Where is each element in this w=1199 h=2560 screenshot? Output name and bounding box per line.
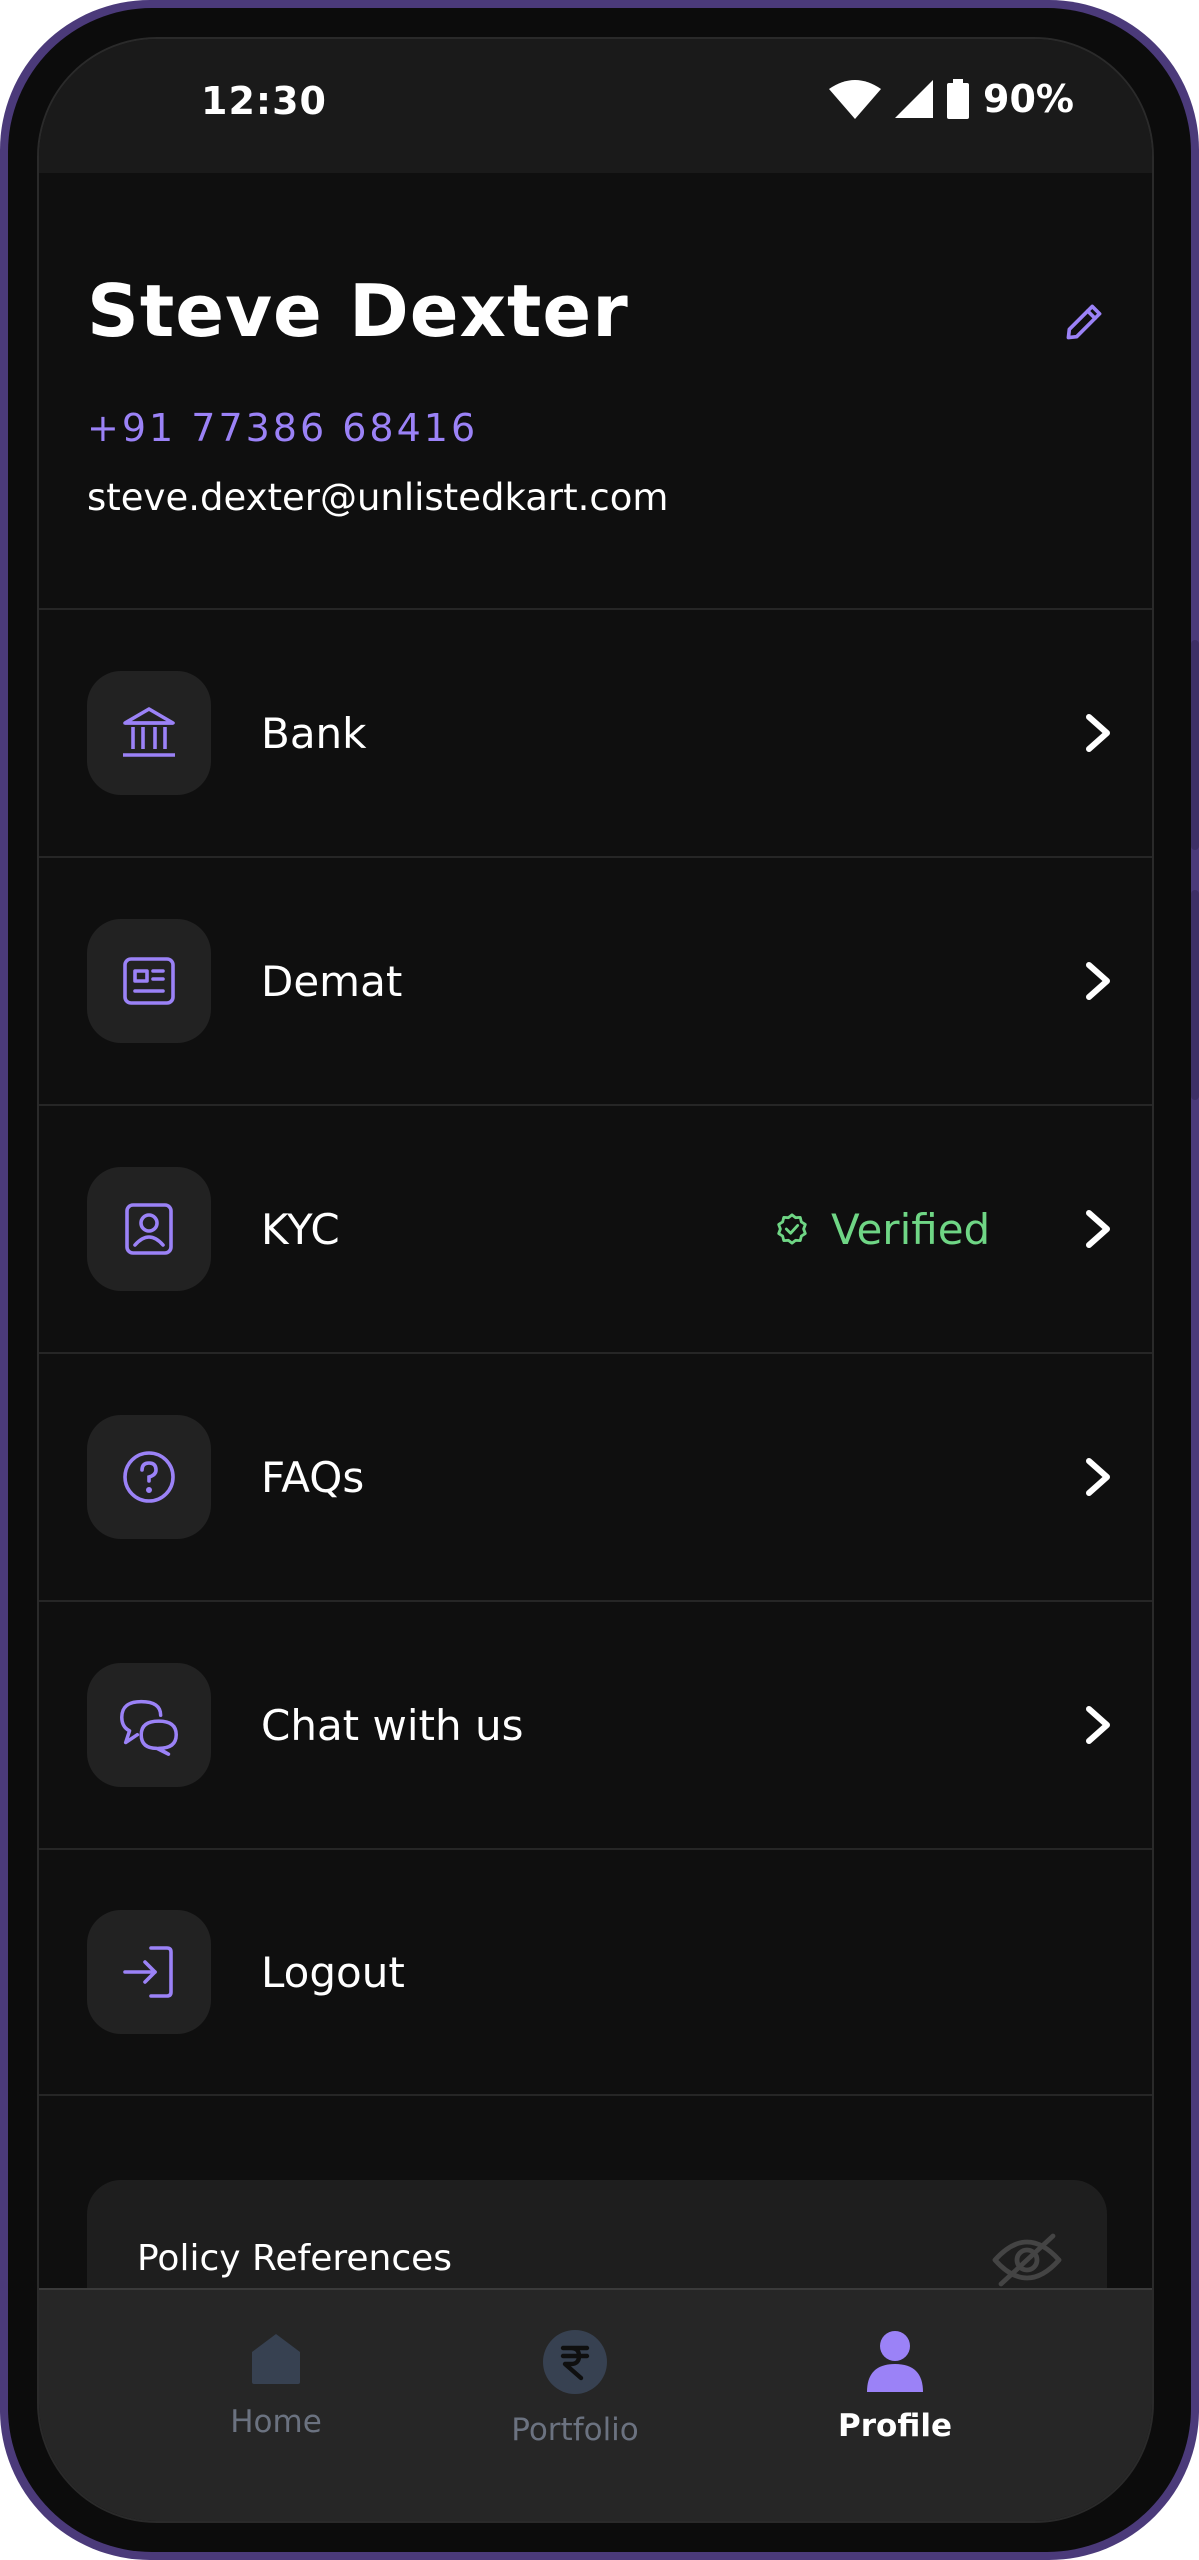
chat-icon-box bbox=[87, 1663, 211, 1787]
battery-percentage: 90% bbox=[983, 77, 1074, 121]
menu-item-bank[interactable]: Bank bbox=[39, 608, 1152, 856]
menu-label-faqs: FAQs bbox=[261, 1452, 365, 1502]
signal-icon bbox=[895, 80, 934, 118]
menu-label-bank: Bank bbox=[261, 708, 367, 758]
chevron-right-icon bbox=[1079, 1209, 1119, 1249]
power-button bbox=[1191, 890, 1199, 1100]
rupee-icon bbox=[543, 2330, 607, 2394]
logout-icon-box bbox=[87, 1910, 211, 2034]
menu-item-faqs[interactable]: FAQs bbox=[39, 1352, 1152, 1600]
bank-icon bbox=[123, 707, 175, 757]
profile-phone: +91 77386 68416 bbox=[87, 406, 479, 450]
kyc-verified-badge: Verified bbox=[775, 1205, 990, 1254]
status-icons: 90% bbox=[829, 77, 1074, 121]
verified-check-icon bbox=[777, 1213, 807, 1245]
nav-item-portfolio[interactable]: Portfolio bbox=[455, 2328, 695, 2448]
nav-item-profile[interactable]: Profile bbox=[775, 2328, 1015, 2444]
pencil-icon bbox=[1066, 304, 1102, 340]
toggle-visibility-button[interactable] bbox=[987, 2225, 1067, 2295]
bottom-navigation: Home Portfolio Profile bbox=[39, 2288, 1152, 2521]
eye-off-icon bbox=[992, 2233, 1062, 2287]
home-icon bbox=[252, 2334, 300, 2384]
chat-bubbles-icon bbox=[120, 1699, 178, 1756]
chevron-right-icon bbox=[1079, 961, 1119, 1001]
menu-item-demat[interactable]: Demat bbox=[39, 856, 1152, 1104]
bank-icon-box bbox=[87, 671, 211, 795]
kyc-icon-box bbox=[87, 1167, 211, 1291]
question-circle-icon bbox=[123, 1451, 175, 1503]
profile-email: steve.dexter@unlistedkart.com bbox=[87, 476, 669, 519]
id-card-icon bbox=[123, 957, 175, 1005]
menu-item-chat[interactable]: Chat with us bbox=[39, 1600, 1152, 1848]
chevron-right-icon bbox=[1079, 1705, 1119, 1745]
user-badge-icon bbox=[125, 1203, 173, 1255]
menu-label-kyc: KYC bbox=[261, 1204, 340, 1254]
nav-label-profile: Profile bbox=[838, 2408, 952, 2444]
app-screen: 12:30 90% Steve Dexter +91 77386 68416 s… bbox=[37, 37, 1154, 2523]
nav-label-home: Home bbox=[230, 2404, 322, 2440]
chevron-right-icon bbox=[1079, 713, 1119, 753]
status-bar: 12:30 90% bbox=[39, 39, 1152, 173]
volume-button bbox=[1191, 640, 1199, 850]
demat-icon-box bbox=[87, 919, 211, 1043]
edit-profile-button[interactable] bbox=[1054, 292, 1114, 352]
profile-menu: Bank Demat KYC Verified FAQs Chat with u… bbox=[39, 608, 1152, 2096]
wifi-icon bbox=[829, 80, 882, 119]
menu-label-logout: Logout bbox=[261, 1947, 405, 1997]
nav-item-home[interactable]: Home bbox=[156, 2328, 396, 2440]
chevron-right-icon bbox=[1079, 1457, 1119, 1497]
status-time: 12:30 bbox=[201, 79, 327, 123]
nav-label-portfolio: Portfolio bbox=[511, 2412, 639, 2448]
menu-label-chat: Chat with us bbox=[261, 1700, 524, 1750]
menu-item-logout[interactable]: Logout bbox=[39, 1848, 1152, 2096]
kyc-status-text: Verified bbox=[831, 1204, 991, 1254]
menu-item-kyc[interactable]: KYC Verified bbox=[39, 1104, 1152, 1352]
menu-label-demat: Demat bbox=[261, 956, 403, 1006]
battery-icon bbox=[947, 79, 970, 119]
faqs-icon-box bbox=[87, 1415, 211, 1539]
logout-icon bbox=[123, 1946, 173, 1998]
profile-name: Steve Dexter bbox=[87, 269, 629, 353]
profile-icon bbox=[867, 2331, 923, 2392]
policy-references-title: Policy References bbox=[137, 2238, 453, 2279]
